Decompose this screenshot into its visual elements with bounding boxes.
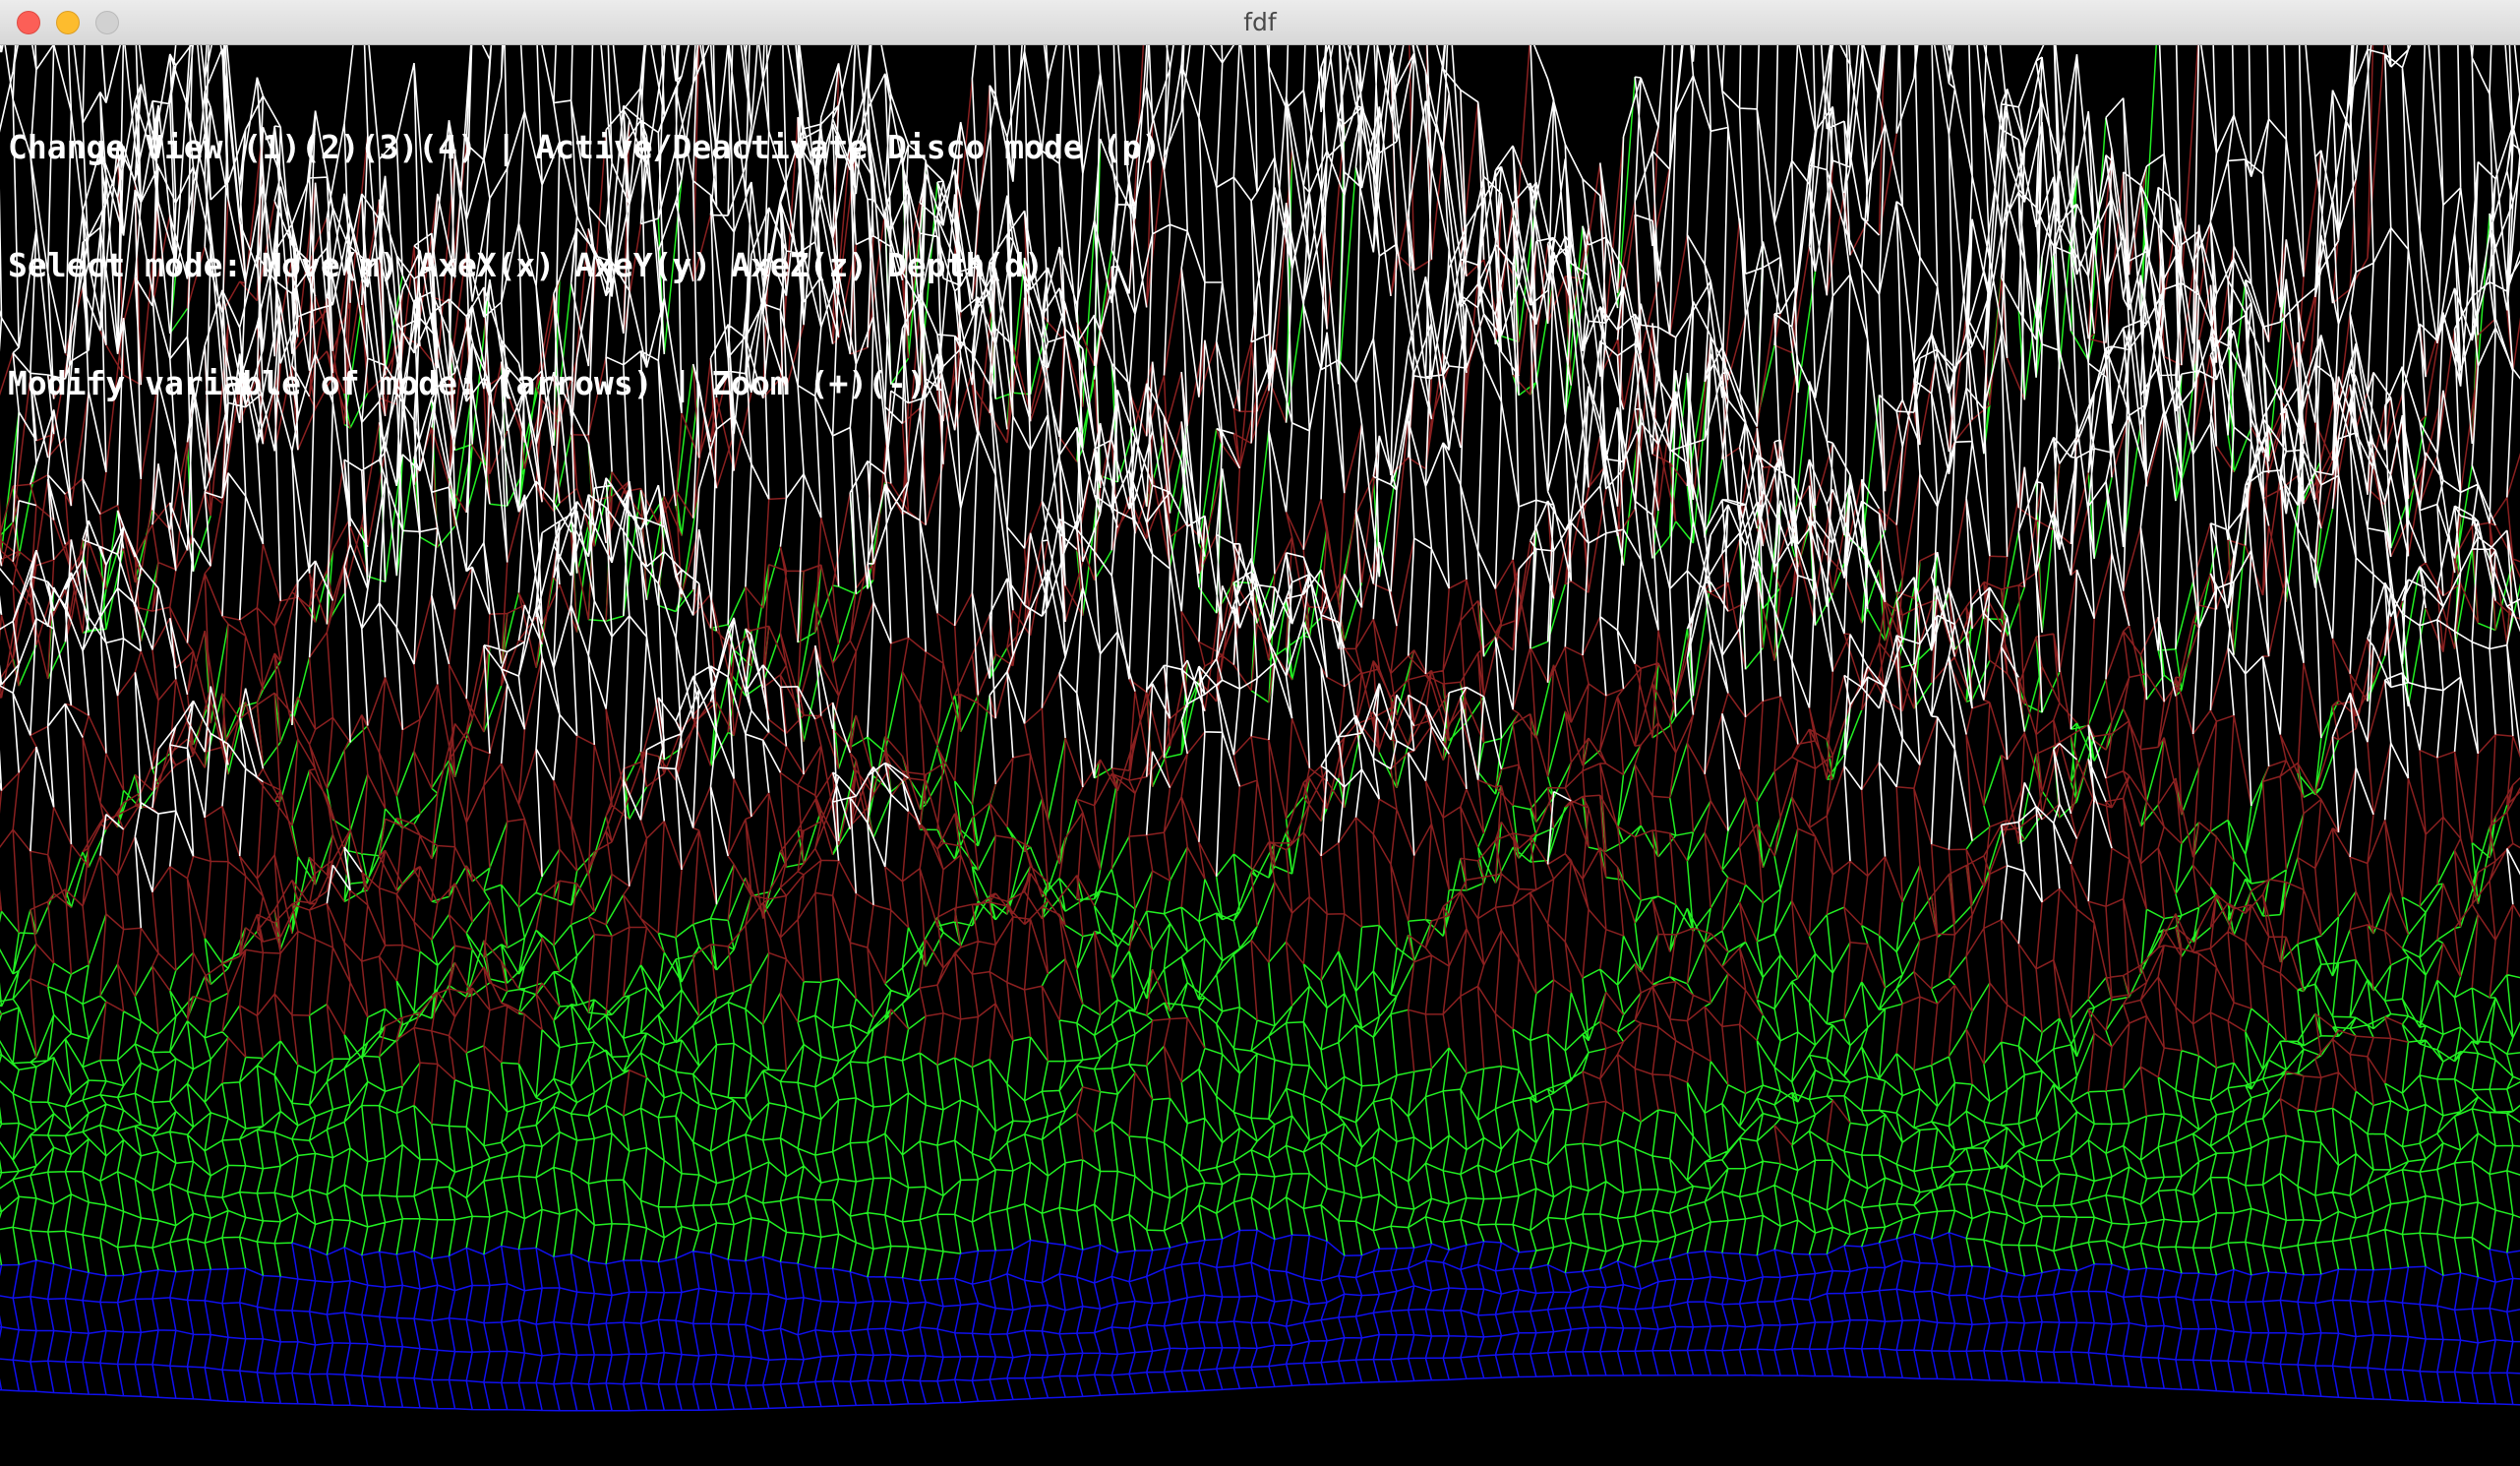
title-bar[interactable]: fdf <box>0 0 2520 45</box>
help-overlay: Change View (1)(2)(3)(4) | Active/Deacti… <box>8 49 1161 482</box>
help-line-view: Change View (1)(2)(3)(4) | Active/Deacti… <box>8 128 1162 166</box>
mesh-lines <box>0 1229 2520 1412</box>
window-title: fdf <box>1243 8 1277 36</box>
fdf-window: fdf Change View (1)(2)(3)(4) | Active/De… <box>0 0 2520 1466</box>
help-line-modify: Modify variable of mode: (arrows) | Zoom… <box>8 364 927 402</box>
help-line-select-mode: Select mode: Move(m) AxeX(x) AxeY(y) Axe… <box>8 246 1044 284</box>
mesh-layer <box>0 1229 2520 1412</box>
